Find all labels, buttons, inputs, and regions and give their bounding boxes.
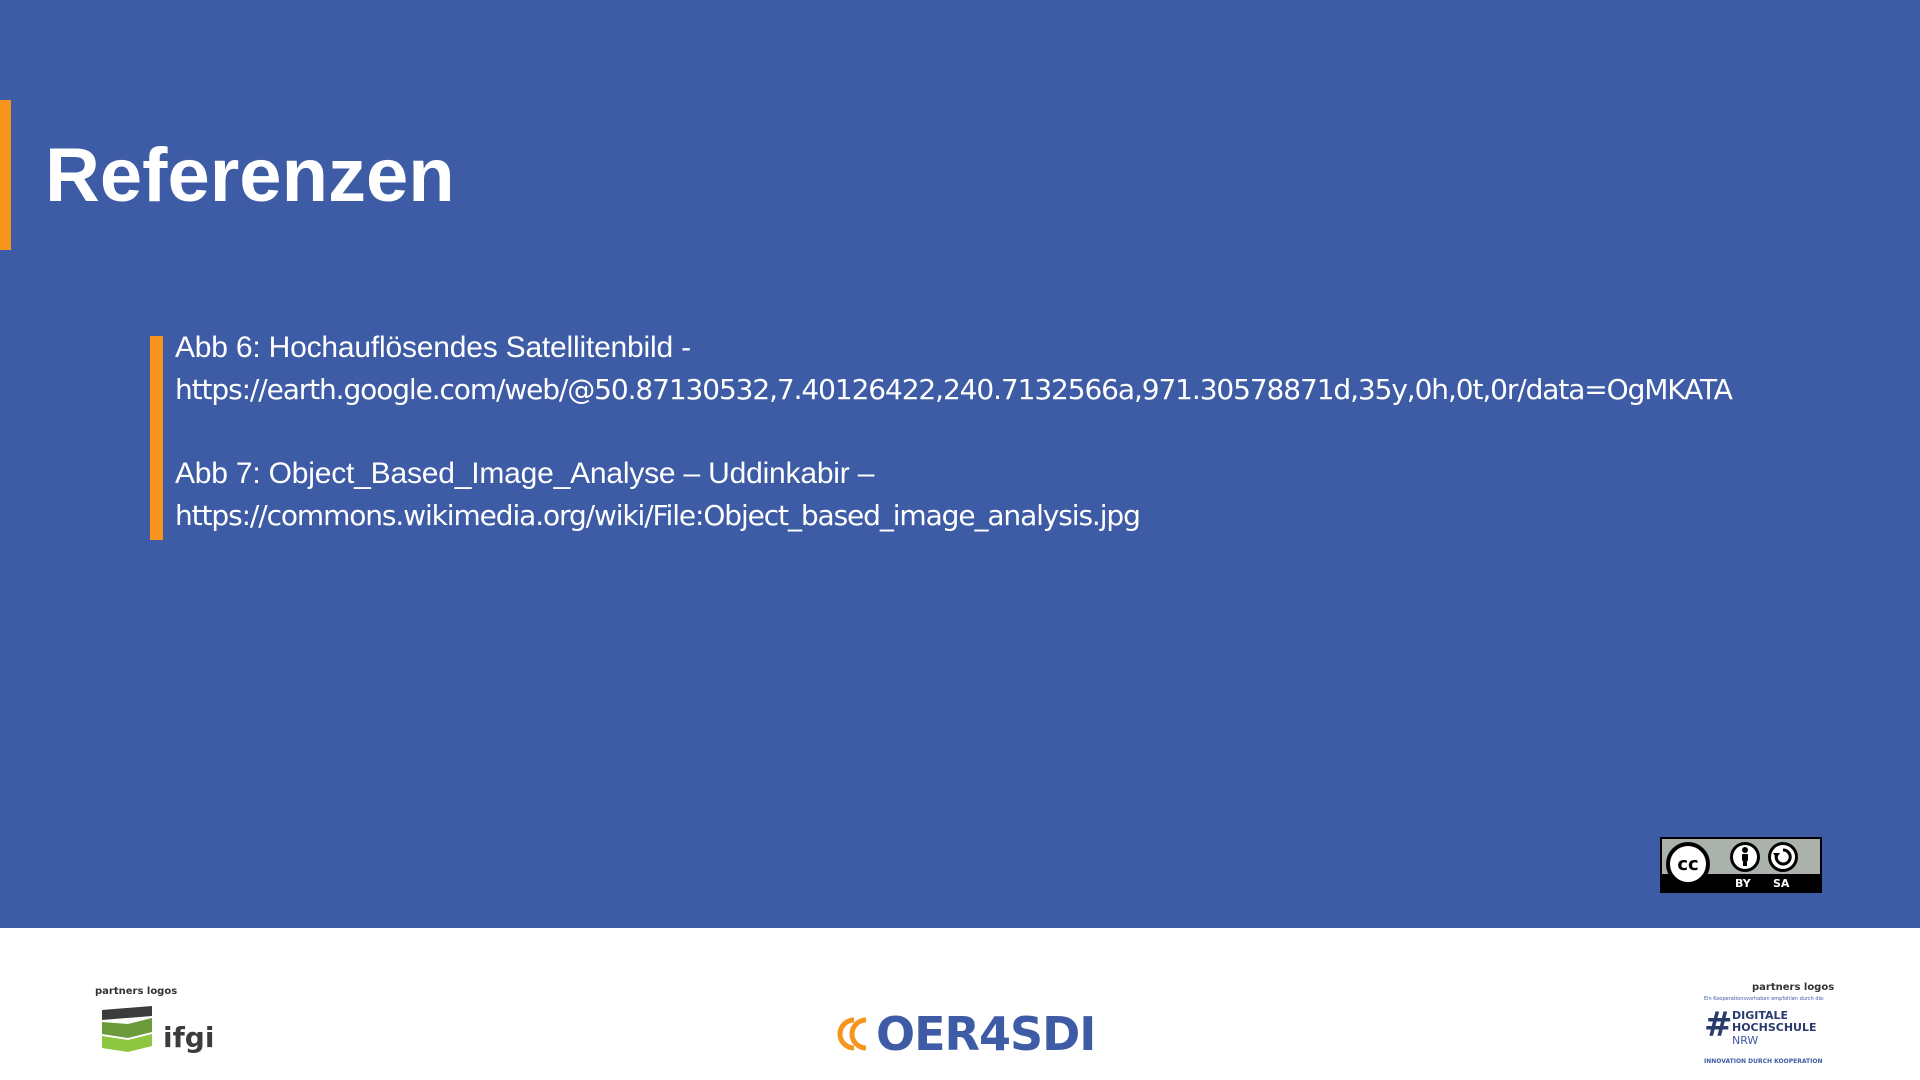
reference-item: Abb 6: Hochauflösendes Satellitenbild - … bbox=[175, 327, 1895, 411]
sa-label: SA bbox=[1773, 877, 1790, 890]
reference-item: Abb 7: Object_Based_Image_Analyse – Uddi… bbox=[175, 453, 1895, 537]
footer: partners logos ifgi OER4SDI partners log… bbox=[0, 928, 1920, 1080]
oer4sdi-logo: OER4SDI bbox=[836, 1006, 1096, 1062]
dh-intro-text: Ein Kooperationsvorhaben empfohlen durch… bbox=[1704, 996, 1825, 1002]
share-alike-icon bbox=[1768, 842, 1798, 872]
references-accent-bar bbox=[150, 336, 163, 540]
dh-name: DIGITALE HOCHSCHULE bbox=[1732, 1010, 1817, 1034]
ifgi-logo-text: ifgi bbox=[163, 1021, 215, 1054]
oer4sdi-logo-text: OER4SDI bbox=[876, 1007, 1096, 1061]
dh-tagline: INNOVATION DURCH KOOPERATION bbox=[1704, 1058, 1823, 1065]
attribution-icon bbox=[1730, 842, 1760, 872]
reference-caption: Abb 7: Object_Based_Image_Analyse – Uddi… bbox=[175, 457, 875, 490]
dh-nrw: NRW bbox=[1732, 1034, 1759, 1047]
partners-label-left: partners logos bbox=[95, 986, 178, 997]
creative-commons-icon: cc bbox=[1666, 842, 1710, 886]
digitale-hochschule-logo-icon: # bbox=[1704, 1005, 1733, 1045]
reference-caption: Abb 6: Hochauflösendes Satellitenbild - bbox=[175, 331, 691, 364]
partners-label-right: partners logos bbox=[1752, 982, 1835, 993]
page-title: Referenzen bbox=[45, 133, 455, 218]
dh-name-line2: HOCHSCHULE bbox=[1732, 1021, 1817, 1034]
reference-url[interactable]: https://commons.wikimedia.org/wiki/File:… bbox=[175, 495, 1895, 537]
reference-url[interactable]: https://earth.google.com/web/@50.8713053… bbox=[175, 369, 1895, 411]
slide: Referenzen Abb 6: Hochauflösendes Satell… bbox=[0, 0, 1920, 928]
by-label: BY bbox=[1735, 877, 1751, 890]
references-list: Abb 6: Hochauflösendes Satellitenbild - … bbox=[175, 327, 1895, 537]
title-accent-bar bbox=[0, 100, 11, 250]
digitale-hochschule-logo: Ein Kooperationsvorhaben empfohlen durch… bbox=[1704, 996, 1825, 1068]
oer4sdi-logo-icon bbox=[837, 1017, 867, 1051]
cc-by-sa-badge[interactable]: cc BY SA bbox=[1660, 837, 1822, 893]
